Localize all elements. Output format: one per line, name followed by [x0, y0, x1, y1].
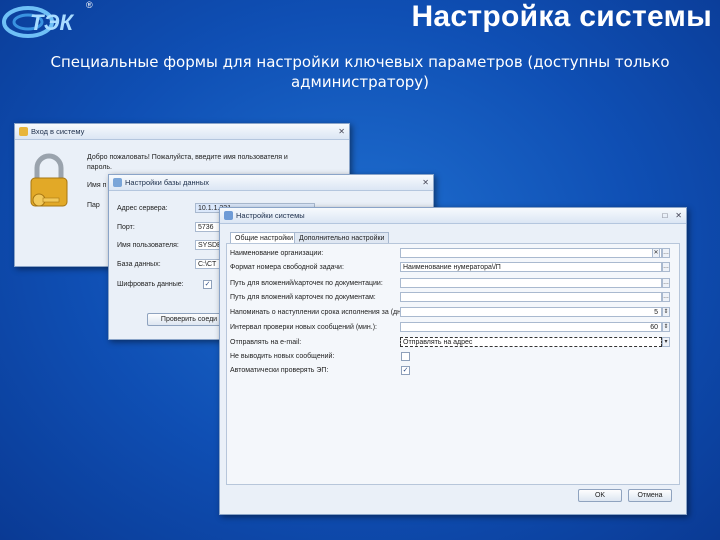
tab-additional[interactable]: Дополнительно настройки: [294, 232, 390, 243]
encrypt-label: Шифровать данные:: [117, 281, 184, 288]
email-send-select[interactable]: Отправлять на адрес: [400, 337, 662, 347]
attachments-path-2-input[interactable]: [400, 292, 662, 302]
settings-titlebar: Настройки системы □ ✕: [220, 208, 686, 224]
task-number-format-label: Формат номера свободной задачи:: [230, 264, 344, 271]
auto-check-signature-checkbox[interactable]: ✓: [401, 366, 410, 375]
svg-text:ТЭК: ТЭК: [30, 10, 75, 35]
org-name-label: Наименование организации:: [230, 250, 324, 257]
db-titlebar: Настройки базы данных ✕: [109, 175, 433, 191]
ok-button[interactable]: OK: [578, 489, 622, 502]
cancel-button[interactable]: Отмена: [628, 489, 672, 502]
spin-button[interactable]: ⇕: [662, 307, 670, 317]
db-user-label: Имя пользователя:: [117, 242, 179, 249]
chevron-down-icon[interactable]: ▾: [662, 337, 670, 347]
password-label: Пар: [87, 202, 100, 209]
org-name-input[interactable]: [400, 248, 662, 258]
stek-logo: ТЭК ®: [0, 0, 100, 42]
clear-icon[interactable]: ✕: [652, 248, 660, 258]
login-title: Вход в систему: [31, 127, 85, 136]
task-number-format-input[interactable]: Наименование нумератора\/П: [400, 262, 662, 272]
login-titlebar: Вход в систему ✕: [15, 124, 349, 140]
settings-icon: [224, 211, 233, 220]
close-icon[interactable]: ✕: [338, 127, 345, 136]
subtitle-line-1: Специальные формы для настройки ключевых…: [50, 53, 670, 71]
settings-title: Настройки системы: [236, 211, 305, 220]
no-new-messages-label: Не выводить новых сообщений:: [230, 353, 335, 360]
message-interval-label: Интервал проверки новых сообщений (мин.)…: [230, 324, 377, 331]
attachments-path-1-label: Путь для вложений/карточек по документац…: [230, 280, 383, 287]
browse-button[interactable]: …: [662, 278, 670, 288]
slide-title: Настройка системы: [411, 0, 712, 33]
port-label: Порт:: [117, 224, 135, 231]
username-label: Имя п: [87, 182, 107, 189]
db-title: Настройки базы данных: [125, 178, 209, 187]
database-label: База данных:: [117, 261, 161, 268]
attachments-path-1-input[interactable]: [400, 278, 662, 288]
browse-button[interactable]: …: [662, 292, 670, 302]
browse-button[interactable]: …: [662, 248, 670, 258]
no-new-messages-checkbox[interactable]: [401, 352, 410, 361]
maximize-icon[interactable]: □: [662, 211, 667, 220]
deadline-reminder-input[interactable]: 5: [400, 307, 662, 317]
browse-button[interactable]: …: [662, 262, 670, 272]
message-interval-input[interactable]: 60: [400, 322, 662, 332]
slide-subtitle: Специальные формы для настройки ключевых…: [10, 52, 710, 92]
database-settings-icon: [113, 178, 122, 187]
close-icon[interactable]: ✕: [422, 178, 429, 187]
attachments-path-2-label: Путь для вложений карточек по документам…: [230, 294, 376, 301]
deadline-reminder-label: Напоминать о наступлении срока исполнени…: [230, 309, 408, 316]
encrypt-checkbox[interactable]: ✓: [203, 280, 212, 289]
email-send-label: Отправлять на e-mail:: [230, 339, 302, 346]
welcome-text-line-1: Добро пожаловать! Пожалуйста, введите им…: [87, 154, 288, 161]
server-label: Адрес сервера:: [117, 205, 168, 212]
spin-button[interactable]: ⇕: [662, 322, 670, 332]
welcome-text-line-2: пароль.: [87, 164, 112, 171]
auto-check-signature-label: Автоматически проверять ЭП:: [230, 367, 329, 374]
registered-mark: ®: [86, 0, 93, 10]
subtitle-line-2: администратору): [290, 73, 430, 91]
close-icon[interactable]: ✕: [675, 211, 682, 220]
tab-general[interactable]: Общие настройки: [230, 232, 299, 243]
padlock-icon: [25, 152, 73, 210]
key-icon: [19, 127, 28, 136]
system-settings-window: Настройки системы □ ✕ Общие настройки До…: [219, 207, 687, 515]
